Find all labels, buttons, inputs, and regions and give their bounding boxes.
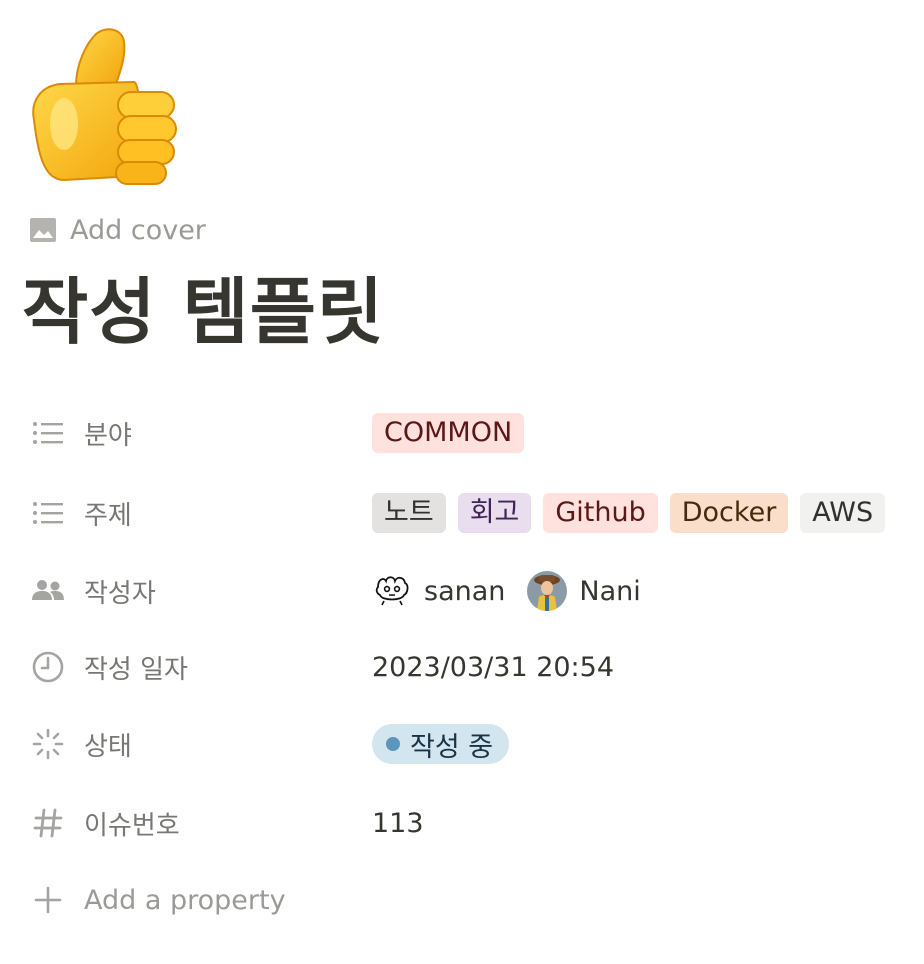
property-row-field: 분야 COMMON — [28, 405, 908, 461]
tag-aws[interactable]: AWS — [800, 493, 886, 533]
tag-note[interactable]: 노트 — [372, 493, 446, 533]
property-row-issue-number: 이슈번호 113 — [28, 795, 908, 851]
list-icon — [28, 493, 68, 533]
status-label: 작성 중 — [410, 731, 494, 763]
person-chip-sanan[interactable]: sanan — [372, 571, 505, 611]
property-row-status: 상태 작성 중 — [28, 716, 908, 772]
property-value-authors[interactable]: sanan Nani — [372, 563, 908, 619]
property-label: 작성 일자 — [84, 654, 188, 685]
property-label: 이슈번호 — [84, 810, 180, 841]
property-label: 상태 — [84, 731, 132, 762]
thumbs-up-icon[interactable] — [24, 24, 184, 189]
clock-icon — [28, 647, 68, 687]
woody-avatar — [527, 571, 568, 611]
property-label: 분야 — [84, 420, 132, 451]
image-icon — [28, 215, 58, 245]
add-property-button[interactable]: Add a property — [28, 872, 286, 928]
add-cover-label: Add cover — [70, 214, 206, 246]
tag-retrospective[interactable]: 회고 — [457, 493, 532, 533]
property-row-created: 작성 일자 2023/03/31 20:54 — [28, 639, 908, 695]
tag-docker[interactable]: Docker — [669, 493, 789, 533]
list-icon — [28, 413, 68, 453]
property-row-topic: 주제 노트 회고 Github Docker AWS — [28, 485, 908, 541]
property-name-issue-number[interactable]: 이슈번호 — [28, 795, 372, 851]
property-value-field[interactable]: COMMON — [372, 405, 908, 461]
property-value-topic[interactable]: 노트 회고 Github Docker AWS — [372, 485, 908, 541]
property-value-created[interactable]: 2023/03/31 20:54 — [372, 639, 908, 695]
property-value-issue-number[interactable]: 113 — [372, 795, 908, 851]
person-name: Nani — [579, 575, 641, 607]
status-badge[interactable]: 작성 중 — [372, 724, 510, 764]
property-label: 작성자 — [84, 578, 156, 609]
property-name-created[interactable]: 작성 일자 — [28, 639, 372, 695]
status-dot — [386, 737, 400, 751]
property-name-status[interactable]: 상태 — [28, 716, 372, 772]
page-title[interactable]: 작성 템플릿 — [22, 262, 384, 362]
status-spinner-icon — [28, 724, 68, 764]
property-row-authors: 작성자 sanan Nani — [28, 563, 908, 619]
tag-github[interactable]: Github — [543, 493, 658, 533]
people-icon — [28, 571, 68, 611]
property-label: 주제 — [84, 500, 132, 531]
add-property-label: Add a property — [84, 884, 286, 916]
plus-icon — [28, 880, 68, 920]
property-value-status[interactable]: 작성 중 — [372, 716, 908, 772]
person-name: sanan — [424, 575, 506, 607]
property-name-topic[interactable]: 주제 — [28, 485, 372, 541]
issue-number-value: 113 — [372, 807, 424, 839]
property-name-field[interactable]: 분야 — [28, 405, 372, 461]
tag-common[interactable]: COMMON — [372, 413, 525, 453]
person-chip-nani[interactable]: Nani — [527, 571, 641, 611]
add-cover-button[interactable]: Add cover — [28, 210, 206, 250]
property-name-authors[interactable]: 작성자 — [28, 563, 372, 619]
created-time-value: 2023/03/31 20:54 — [372, 651, 615, 683]
hash-icon — [28, 803, 68, 843]
doodle-avatar — [372, 571, 412, 611]
